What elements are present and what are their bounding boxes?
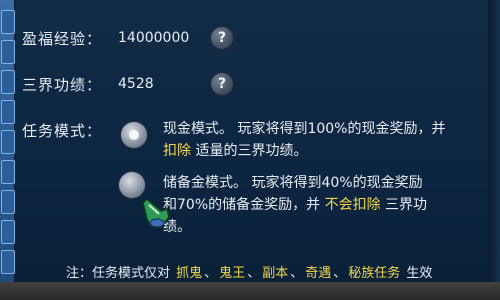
- task-mode-row: 任务模式：: [22, 120, 102, 141]
- experience-value: 14000000: [118, 30, 190, 46]
- left-side-tab-strip: [0, 0, 15, 300]
- note-prefix: 注：任务模式仅对: [66, 266, 175, 281]
- cash-mode-description[interactable]: 现金模式。 玩家将得到100%的现金奖励，并 扣除 适量的三界功绩。: [163, 118, 493, 162]
- side-tab[interactable]: [1, 70, 15, 94]
- experience-help-button[interactable]: ?: [210, 26, 234, 50]
- cash-mode-line1: 现金模式。 玩家将得到100%的现金奖励，并: [163, 121, 446, 137]
- hand-pointer-icon: [142, 197, 170, 228]
- question-mark-icon: ?: [217, 76, 227, 92]
- reserve-mode-line2: 和70%的储备金奖励，并 不会扣除 三界功: [163, 194, 493, 216]
- reserve-mode-line2-rest: 三界功: [380, 197, 428, 213]
- question-mark-icon: ?: [217, 30, 227, 46]
- no-deduct-highlight: 不会扣除: [324, 197, 381, 213]
- side-tab[interactable]: [1, 190, 15, 214]
- deduct-highlight: 扣除: [163, 143, 191, 159]
- side-tab[interactable]: [1, 250, 15, 274]
- cash-mode-line2-rest: 适量的三界功绩。: [191, 143, 308, 159]
- reserve-mode-line2-prefix: 和70%的储备金奖励，并: [163, 197, 325, 213]
- merit-help-button[interactable]: ?: [210, 72, 234, 96]
- experience-row: 盈福经验：: [22, 28, 102, 49]
- note-item: 抓鬼: [176, 266, 203, 281]
- bottom-band: [0, 282, 500, 300]
- merit-row: 三界功绩：: [22, 74, 102, 95]
- note-item: 秘族任务: [348, 266, 401, 281]
- reserve-mode-line1: 储备金模式。 玩家将得到40%的现金奖励: [163, 175, 423, 191]
- side-tab[interactable]: [1, 40, 15, 64]
- side-tab[interactable]: [1, 130, 15, 154]
- reserve-mode-line3: 绩。: [163, 219, 191, 235]
- note-item: 奇遇: [305, 266, 332, 281]
- note-suffix: 生效: [406, 266, 433, 281]
- side-tab[interactable]: [1, 160, 15, 184]
- side-tab[interactable]: [1, 100, 15, 124]
- cash-mode-line2: 扣除 适量的三界功绩。: [163, 140, 493, 162]
- task-mode-label: 任务模式：: [22, 122, 103, 140]
- merit-value: 4528: [118, 76, 154, 92]
- reserve-mode-radio[interactable]: [119, 172, 145, 198]
- side-tab[interactable]: [1, 10, 15, 34]
- note-item: 副本: [262, 266, 289, 281]
- reserve-mode-description[interactable]: 储备金模式。 玩家将得到40%的现金奖励 和70%的储备金奖励，并 不会扣除 三…: [163, 172, 493, 238]
- task-mode-note: 注：任务模式仅对 抓鬼、鬼王、副本、奇遇、秘族任务 生效: [66, 266, 433, 281]
- experience-label: 盈福经验：: [22, 30, 103, 48]
- merit-label: 三界功绩：: [22, 76, 103, 94]
- side-tab[interactable]: [1, 220, 15, 244]
- cash-mode-radio[interactable]: [121, 122, 147, 148]
- note-item: 鬼王: [219, 266, 246, 281]
